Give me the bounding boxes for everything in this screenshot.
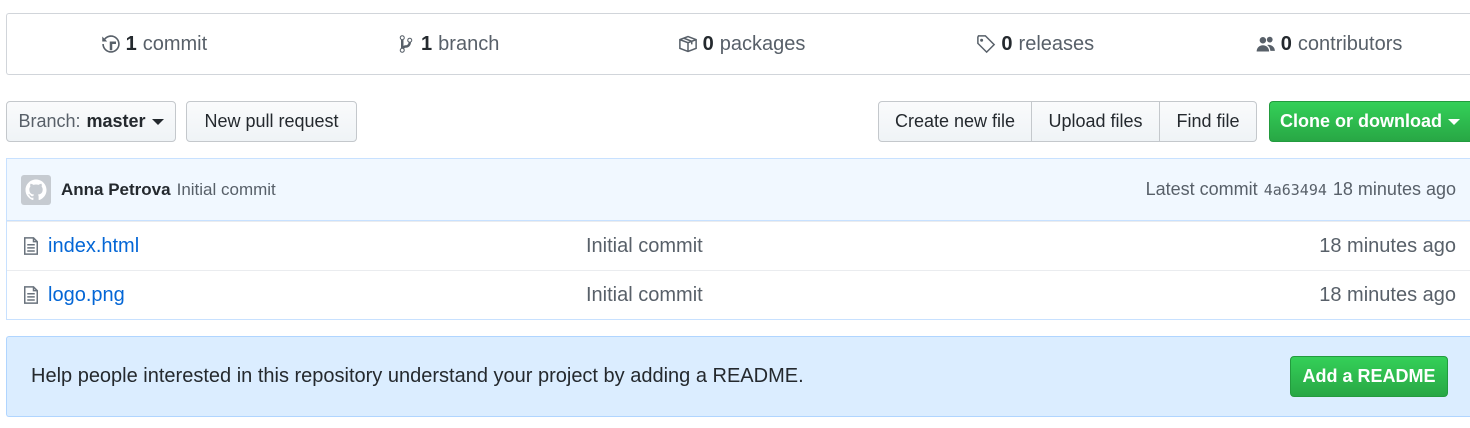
commit-message-link[interactable]: Initial commit: [177, 180, 276, 200]
branch-name: master: [86, 111, 146, 131]
contributors-link[interactable]: 0 contributors: [1182, 33, 1470, 56]
contributors-count: 0: [1280, 32, 1292, 55]
contributors-label: contributors: [1297, 32, 1403, 55]
new-pull-request-button[interactable]: New pull request: [186, 101, 357, 142]
latest-commit-bar: Anna Petrova Initial commit Latest commi…: [7, 159, 1470, 221]
packages-label: packages: [719, 32, 806, 55]
commit-sha-link[interactable]: 4a63494: [1264, 181, 1327, 199]
file-icon: [21, 285, 41, 305]
readme-prompt-text: Help people interested in this repositor…: [31, 365, 804, 387]
releases-link[interactable]: 0 releases: [888, 33, 1182, 56]
file-age: 18 minutes ago: [1319, 283, 1456, 306]
branch-prefix: Branch:: [18, 111, 81, 131]
commits-link[interactable]: 1 commit: [7, 33, 301, 56]
clone-or-download-button[interactable]: Clone or download: [1269, 101, 1470, 142]
find-file-button[interactable]: Find file: [1160, 101, 1257, 142]
packages-link[interactable]: 0 packages: [595, 33, 889, 56]
package-icon: [678, 34, 698, 54]
packages-count: 0: [702, 32, 714, 55]
upload-files-button[interactable]: Upload files: [1032, 101, 1160, 142]
table-row: index.html Initial commit 18 minutes ago: [7, 221, 1470, 270]
file-actions-group: Create new file Upload files Find file: [878, 101, 1257, 142]
tag-icon: [976, 34, 996, 54]
branch-select-button[interactable]: Branch: master: [6, 101, 176, 142]
commit-author-link[interactable]: Anna Petrova: [61, 180, 171, 200]
git-branch-icon: [396, 34, 416, 54]
latest-commit-info: Latest commit 4a63494 18 minutes ago: [1146, 179, 1456, 200]
caret-down-icon: [1448, 118, 1460, 125]
branches-count: 1: [421, 32, 433, 55]
releases-count: 0: [1001, 32, 1013, 55]
commit-age: 18 minutes ago: [1332, 179, 1456, 199]
releases-label: releases: [1018, 32, 1095, 55]
file-age: 18 minutes ago: [1319, 234, 1456, 257]
clone-or-download-label: Clone or download: [1280, 111, 1442, 131]
file-commit-message[interactable]: Initial commit: [586, 235, 703, 258]
history-icon: [101, 34, 121, 54]
file-name-link[interactable]: logo.png: [48, 284, 586, 307]
file-commit-message[interactable]: Initial commit: [586, 284, 703, 307]
caret-down-icon: [151, 118, 164, 125]
repo-summary-bar: 1 commit 1 branch 0 packages 0 releases …: [6, 13, 1470, 75]
latest-commit-prefix: Latest commit: [1145, 179, 1258, 199]
readme-prompt: Help people interested in this repositor…: [6, 336, 1470, 417]
branches-link[interactable]: 1 branch: [301, 33, 595, 56]
add-readme-button[interactable]: Add a README: [1290, 356, 1448, 397]
commits-count: 1: [125, 32, 137, 55]
file-icon: [21, 236, 41, 256]
table-row: logo.png Initial commit 18 minutes ago: [7, 270, 1470, 319]
file-name-link[interactable]: index.html: [48, 235, 586, 258]
file-table: Anna Petrova Initial commit Latest commi…: [6, 158, 1470, 320]
commits-label: commit: [142, 32, 208, 55]
avatar[interactable]: [21, 174, 51, 205]
create-new-file-button[interactable]: Create new file: [878, 101, 1032, 142]
github-octocat-icon: [25, 179, 47, 200]
branches-label: branch: [438, 32, 500, 55]
people-icon: [1256, 34, 1276, 54]
